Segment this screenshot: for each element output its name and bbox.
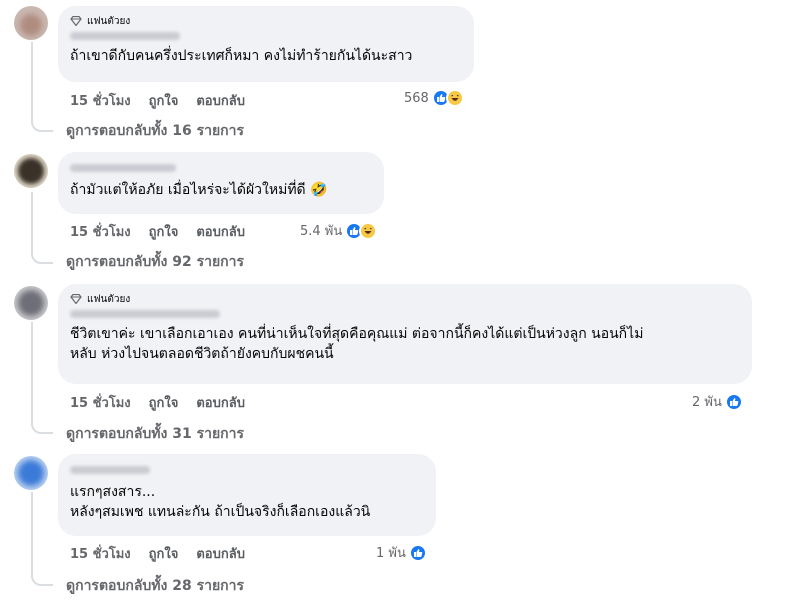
thread-elbow xyxy=(31,572,53,586)
commenter-name-blurred[interactable] xyxy=(70,32,180,40)
reaction-summary[interactable]: 2 พัน xyxy=(692,391,743,412)
thread-elbow xyxy=(31,250,53,264)
badge-label: แฟนตัวยง xyxy=(87,15,131,27)
reaction-count: 568 xyxy=(404,90,429,106)
view-replies-link[interactable]: ดูการตอบกลับทั้ง 92 รายการ xyxy=(66,251,244,273)
thread-line xyxy=(31,192,33,252)
like-button[interactable]: ถูกใจ xyxy=(149,392,179,413)
like-icon xyxy=(724,392,743,411)
view-replies-link[interactable]: ดูการตอบกลับทั้ง 31 รายการ xyxy=(66,423,244,445)
reply-button[interactable]: ตอบกลับ xyxy=(196,90,245,111)
reaction-count: 2 พัน xyxy=(692,395,722,410)
comment-bubble: ถ้ามัวแต่ให้อภัย เมื่อไหร่จะได้ผัวใหม่ที… xyxy=(58,152,384,214)
like-button[interactable]: ถูกใจ xyxy=(149,543,179,564)
avatar[interactable] xyxy=(14,154,48,188)
like-button[interactable]: ถูกใจ xyxy=(149,221,179,242)
commenter-name-blurred[interactable] xyxy=(70,466,150,474)
comment-bubble: แรกๆสงสาร... หลังๆสมเพช แทนล่ะกัน ถ้าเป็… xyxy=(58,454,436,536)
avatar[interactable] xyxy=(14,456,48,490)
timestamp-link[interactable]: 15 ชั่วโมง xyxy=(70,543,131,564)
reaction-summary[interactable]: 5.4 พัน xyxy=(300,220,378,241)
thread-elbow xyxy=(31,118,53,132)
avatar[interactable] xyxy=(14,6,48,40)
like-button[interactable]: ถูกใจ xyxy=(149,90,179,111)
haha-icon xyxy=(359,221,378,240)
reply-button[interactable]: ตอบกลับ xyxy=(196,221,245,242)
comment-actions: 15 ชั่วโมง ถูกใจ ตอบกลับ xyxy=(70,392,263,413)
comment-actions: 15 ชั่วโมง ถูกใจ ตอบกลับ xyxy=(70,543,263,564)
reaction-count: 5.4 พัน xyxy=(300,224,343,239)
top-fan-badge: แฟนตัวยง xyxy=(70,292,740,306)
reaction-count: 1 พัน xyxy=(376,546,406,561)
thread-line xyxy=(31,492,33,574)
timestamp-link[interactable]: 15 ชั่วโมง xyxy=(70,392,131,413)
diamond-icon xyxy=(70,16,82,26)
timestamp-link[interactable]: 15 ชั่วโมง xyxy=(70,90,131,111)
comment-bubble: แฟนตัวยง ถ้าเขาดีกับคนครึ่งประเทศก็หมา ค… xyxy=(58,6,474,82)
comment-actions: 15 ชั่วโมง ถูกใจ ตอบกลับ xyxy=(70,221,263,242)
reply-button[interactable]: ตอบกลับ xyxy=(196,543,245,564)
comment-text-line-1: ชีวิตเขาค่ะ เขาเลือกเอาเอง คนที่น่าเห็นใ… xyxy=(70,326,644,342)
thread-line xyxy=(31,322,33,422)
reply-button[interactable]: ตอบกลับ xyxy=(196,392,245,413)
reaction-summary[interactable]: 568 xyxy=(404,89,464,107)
thread-line xyxy=(31,42,33,120)
view-replies-link[interactable]: ดูการตอบกลับทั้ง 28 รายการ xyxy=(66,575,244,597)
comment-text-line-2: หลับ ห่วงไปจนตลอดชีวิตถ้ายังคบกับผชคนนี้ xyxy=(70,346,334,362)
view-replies-link[interactable]: ดูการตอบกลับทั้ง 16 รายการ xyxy=(66,120,244,142)
comment-text: ถ้ามัวแต่ให้อภัย เมื่อไหร่จะได้ผัวใหม่ที… xyxy=(70,182,328,198)
haha-icon xyxy=(445,89,464,107)
commenter-name-blurred[interactable] xyxy=(70,310,220,318)
comment-text-line-1: แรกๆสงสาร... xyxy=(70,484,156,500)
comment-actions: 15 ชั่วโมง ถูกใจ ตอบกลับ xyxy=(70,90,263,111)
comment-text: ถ้าเขาดีกับคนครึ่งประเทศก็หมา คงไม่ทำร้า… xyxy=(70,48,413,64)
badge-label: แฟนตัวยง xyxy=(87,293,131,305)
comment-text-line-2: หลังๆสมเพช แทนล่ะกัน ถ้าเป็นจริงก็เลือกเ… xyxy=(70,504,371,520)
comment-bubble: แฟนตัวยง ชีวิตเขาค่ะ เขาเลือกเอาเอง คนที… xyxy=(58,284,752,384)
reaction-summary[interactable]: 1 พัน xyxy=(376,542,427,563)
top-fan-badge: แฟนตัวยง xyxy=(70,14,462,28)
like-icon xyxy=(408,543,427,562)
thread-elbow xyxy=(31,420,53,434)
diamond-icon xyxy=(70,294,82,304)
timestamp-link[interactable]: 15 ชั่วโมง xyxy=(70,221,131,242)
avatar[interactable] xyxy=(14,286,48,320)
commenter-name-blurred[interactable] xyxy=(70,164,176,172)
